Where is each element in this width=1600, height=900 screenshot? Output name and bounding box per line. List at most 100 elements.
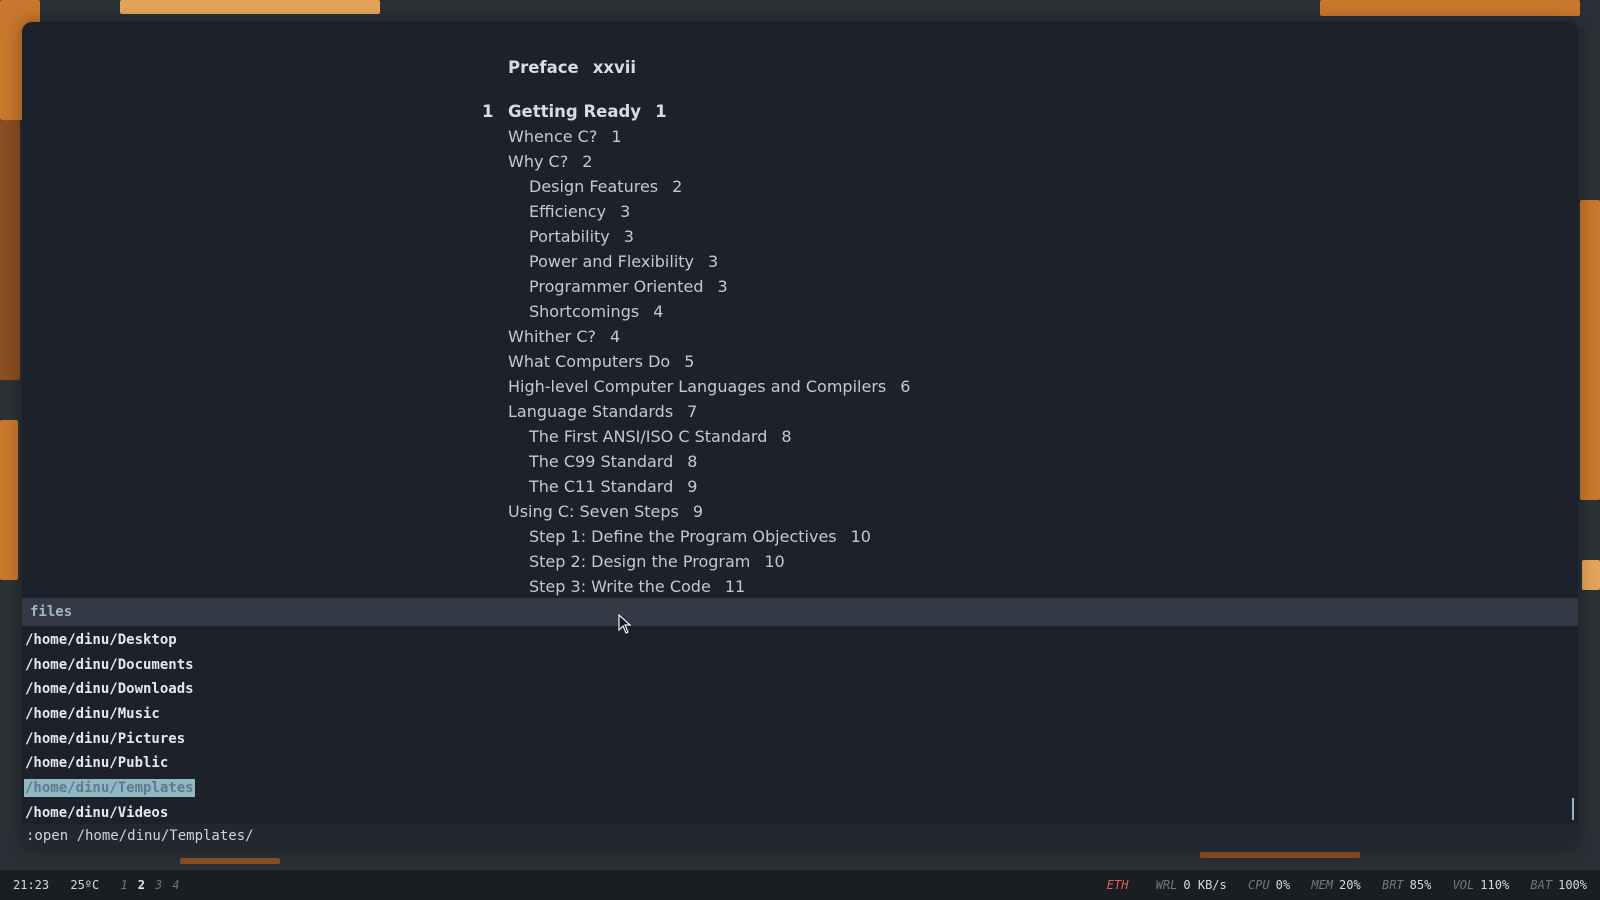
toc-chapter-number: 1 [482, 102, 494, 121]
completion-item[interactable]: /home/dinu/Documents [22, 653, 1578, 678]
browser-window: Preface xxvii 1 Getting Ready 1 Whence C? 1… [22, 22, 1578, 848]
bat-value: 100% [1558, 878, 1587, 892]
pdf-viewer[interactable]: Preface xxvii 1 Getting Ready 1 Whence C? 1… [22, 22, 1578, 598]
toc-entry[interactable]: The First ANSI/ISO C Standard 8 [529, 427, 792, 447]
toc-entry-title: The C99 Standard [529, 452, 674, 471]
completion-item-path: /home/dinu/Public [25, 755, 169, 772]
vol-value: 110% [1480, 878, 1510, 892]
toc-entry-title: Whence C? [508, 127, 598, 146]
completion-item-path: /home/dinu/Videos [25, 804, 169, 821]
toc-entry[interactable]: What Computers Do 5 [508, 352, 694, 372]
status-bar: 21:23 25ºC 1234 ETH WRL 0 KB/s CPU 0% MEM 2… [0, 870, 1600, 900]
toc-entry-page: 1 [611, 127, 622, 146]
completion-panel: files /home/dinu/Desktop/home/dinu/Docum… [22, 598, 1578, 848]
vol-label: VOL [1452, 878, 1475, 892]
toc-chapter[interactable]: Getting Ready 1 [508, 102, 667, 122]
toc-entry-title: What Computers Do [508, 352, 671, 371]
toc-entry-page: 4 [653, 302, 664, 321]
mem-value: 20% [1339, 878, 1361, 892]
toc-entry-page: 3 [620, 202, 631, 221]
toc-entry-page: 10 [764, 552, 785, 571]
completion-scrollbar[interactable] [1572, 798, 1574, 820]
toc-entry[interactable]: High-level Computer Languages and Compil… [508, 377, 910, 397]
cpu-label: CPU [1247, 878, 1270, 892]
toc-entry-title: The C11 Standard [529, 477, 674, 496]
toc-entry[interactable]: The C99 Standard 8 [529, 452, 697, 472]
toc-entry-page: 2 [672, 177, 683, 196]
toc-entry[interactable]: Power and Flexibility 3 [529, 252, 718, 272]
eth-label: ETH [1106, 878, 1129, 892]
toc-entry-title: Design Features [529, 177, 659, 196]
command-line[interactable] [22, 824, 1578, 848]
command-input[interactable] [26, 824, 626, 848]
toc-entry[interactable]: The C11 Standard 9 [529, 477, 697, 497]
toc-entry[interactable]: Using C: Seven Steps 9 [508, 502, 703, 522]
completion-item[interactable]: /home/dinu/Downloads [22, 677, 1578, 702]
completion-item[interactable]: /home/dinu/Public [22, 751, 1578, 776]
toc-entry-title: Portability [529, 227, 610, 246]
workspace-4[interactable]: 4 [172, 878, 179, 892]
toc-entry-page: 10 [850, 527, 871, 546]
toc-chapter-title: Getting Ready [508, 102, 642, 121]
toc-entry-title: Step 2: Design the Program [529, 552, 751, 571]
workspace-3[interactable]: 3 [155, 878, 162, 892]
toc-entry[interactable]: Whither C? 4 [508, 327, 620, 347]
bat-label: BAT [1530, 878, 1553, 892]
completion-item[interactable]: /home/dinu/Videos [22, 801, 1578, 826]
toc-entry-page: 8 [781, 427, 792, 446]
toc-entry-page: 6 [900, 377, 911, 396]
toc-entry[interactable]: Step 2: Design the Program 10 [529, 552, 785, 572]
completion-item-path: /home/dinu/Templates [24, 779, 195, 798]
cpu-value: 0% [1275, 878, 1291, 892]
toc-entry-page: 7 [687, 402, 698, 421]
toc-entry-page: 4 [610, 327, 621, 346]
toc-entry-page: 9 [687, 477, 698, 496]
mouse-cursor-icon [618, 614, 632, 634]
clock: 21:23 [13, 878, 50, 892]
toc-entry[interactable]: Step 1: Define the Program Objectives 10 [529, 527, 871, 547]
toc-entry-page: 11 [724, 577, 746, 596]
completion-item[interactable]: /home/dinu/Desktop [22, 628, 1578, 653]
workspace-2[interactable]: 2 [138, 878, 145, 892]
brt-label: BRT [1381, 878, 1404, 892]
workspace-1[interactable]: 1 [121, 878, 128, 892]
toc-entry[interactable]: Portability 3 [529, 227, 634, 247]
completion-item[interactable]: /home/dinu/Templates [22, 776, 1578, 801]
toc-entry-title: Programmer Oriented [529, 277, 704, 296]
toc-entry-title: Step 1: Define the Program Objectives [529, 527, 837, 546]
toc-entry-page: 8 [687, 452, 698, 471]
toc-entry-page: 3 [717, 277, 728, 296]
completion-item-path: /home/dinu/Downloads [25, 681, 194, 698]
toc-entry[interactable]: Efficiency 3 [529, 202, 630, 222]
toc-preface-page: xxvii [592, 58, 637, 77]
completion-item-path: /home/dinu/Documents [25, 656, 194, 673]
wrl-value: 0 KB/s [1183, 878, 1227, 892]
toc-entry-title: Using C: Seven Steps [508, 502, 679, 521]
toc-preface-title: Preface [508, 58, 579, 77]
toc-entry-title: Step 3: Write the Code [529, 577, 711, 596]
toc-entry[interactable]: Language Standards 7 [508, 402, 697, 422]
completion-item-path: /home/dinu/Desktop [25, 632, 177, 648]
completion-item[interactable]: /home/dinu/Music [22, 702, 1578, 727]
toc-entry-title: Efficiency [529, 202, 607, 221]
toc-preface[interactable]: Preface xxvii [508, 58, 636, 78]
toc-entry[interactable]: Shortcomings 4 [529, 302, 663, 322]
toc-entry-page: 3 [708, 252, 719, 271]
toc-entry-title: High-level Computer Languages and Compil… [508, 377, 887, 396]
completion-item[interactable]: /home/dinu/Pictures [22, 727, 1578, 752]
toc-entry[interactable]: Whence C? 1 [508, 127, 622, 147]
toc-entry[interactable]: Why C? 2 [508, 152, 592, 172]
toc-entry-page: 9 [692, 502, 704, 521]
toc-entry-page: 5 [684, 352, 695, 371]
toc-entry-title: Why C? [508, 152, 569, 171]
temperature: 25ºC [70, 878, 100, 892]
toc-entry-title: Shortcomings [529, 302, 640, 321]
toc-entry-page: 3 [623, 227, 634, 246]
workspace-list: 1234 [121, 878, 190, 892]
completion-header: files [22, 598, 1578, 626]
toc-entry[interactable]: Programmer Oriented 3 [529, 277, 728, 297]
toc-entry[interactable]: Design Features 2 [529, 177, 682, 197]
toc-entry[interactable]: Step 3: Write the Code 11 [529, 577, 745, 597]
toc-entry-title: Language Standards [508, 402, 674, 421]
toc-entry-title: The First ANSI/ISO C Standard [529, 427, 768, 446]
